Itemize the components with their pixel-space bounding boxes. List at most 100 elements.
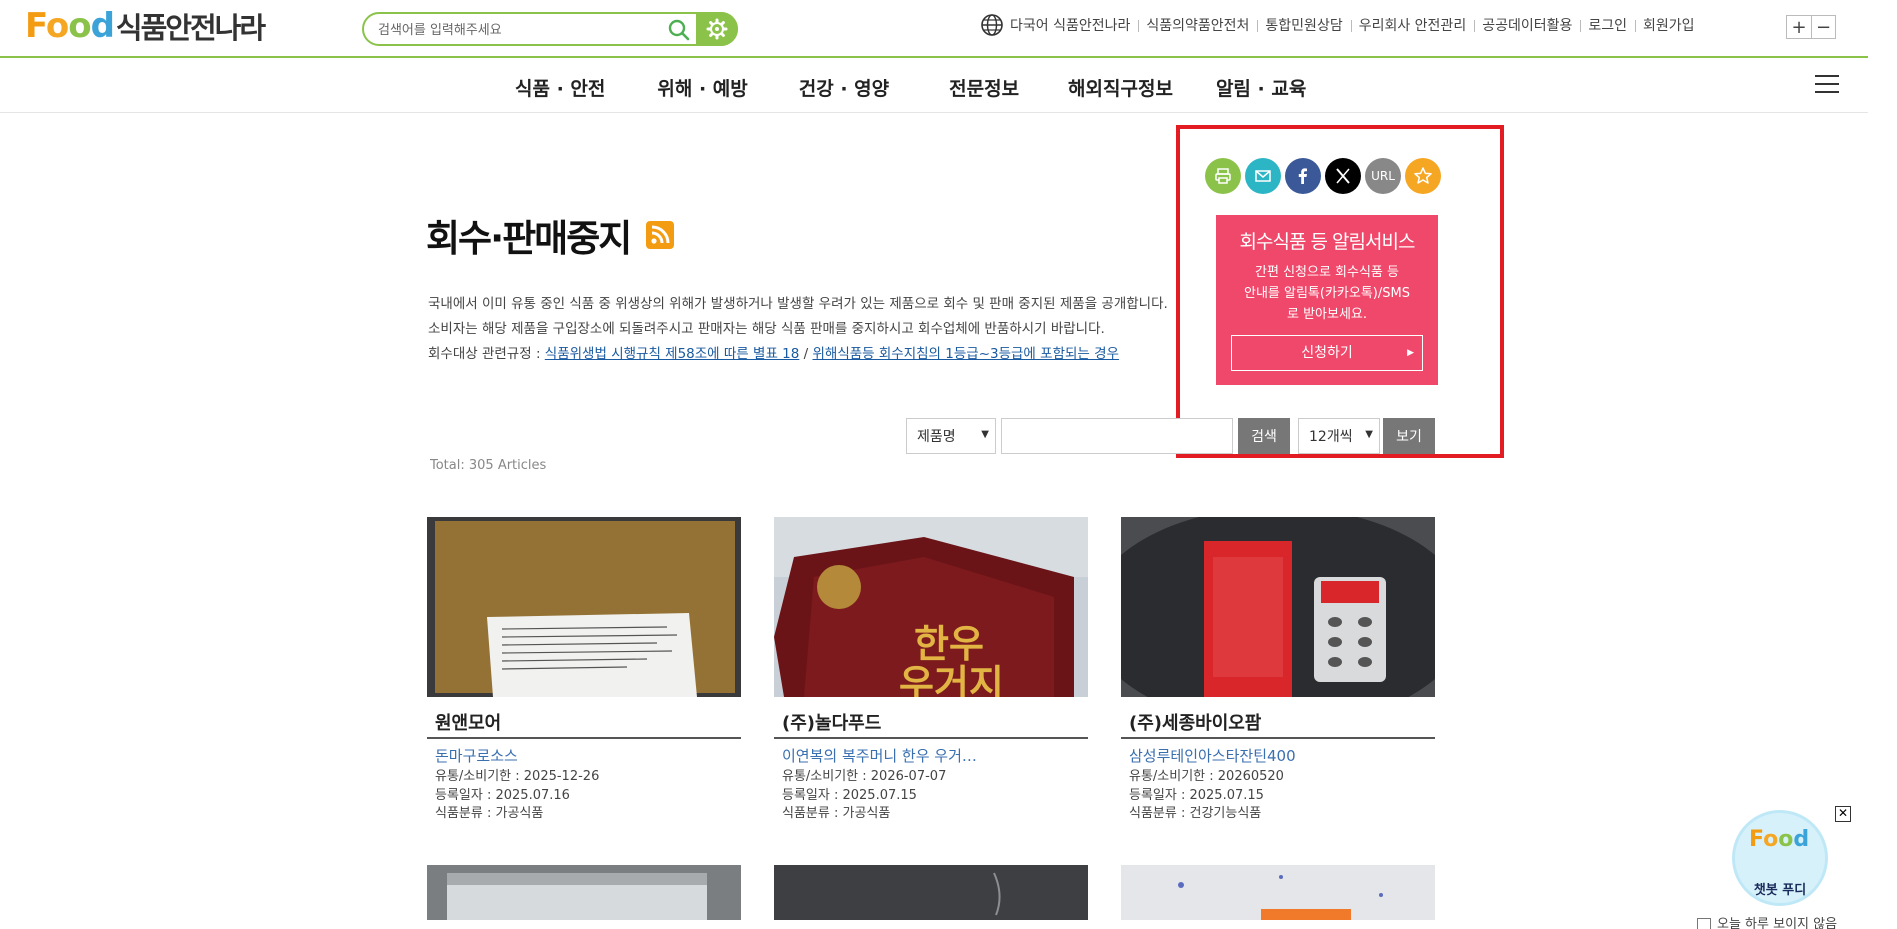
main-nav: 식품 · 안전 위해 · 예방 건강 · 영양 전문정보 해외직구정보 알림 ·… [0,58,1868,113]
desc-line-2: 소비자는 해당 제품을 구입장소에 되돌려주시고 판매자는 해당 식품 판매를 … [428,321,1105,337]
site-header: Food 식품안전나라 다국어 식품안전나라 식품의약품안전처 통합민원상담 우… [0,0,1868,58]
card-meta: 유통/소비기한 : 2026-07-07 등록일자 : 2025.07.15 식… [774,768,1088,824]
util-link-signup[interactable]: 회원가입 [1635,15,1703,35]
regulation-link-1[interactable]: 식품위생법 시행규칙 제58조에 따른 별표 18 [545,346,800,362]
nav-item-notice-education[interactable]: 알림 · 교육 [1216,74,1306,101]
nav-item-food-safety[interactable]: 식품 · 안전 [515,74,605,101]
search-field-select[interactable]: 제품명 ▼ [906,418,996,454]
chatbot-launcher[interactable]: Food 챗봇 푸디 [1732,810,1828,906]
star-bookmark-icon[interactable] [1405,158,1441,194]
zoom-controls: + − [1786,15,1836,39]
card-category: 식품분류 : 건강기능식품 [1129,806,1262,821]
card-product-name[interactable]: 이연복의 복주머니 한우 우거… [774,745,1088,766]
chatbot-label: 챗봇 푸디 [1753,883,1807,898]
product-card[interactable]: (주)세종바이오팜 삼성루테인아스타잔틴400 유통/소비기한 : 202605… [1121,517,1435,824]
search-button[interactable]: 검색 [1238,418,1290,454]
food-logo-mark: Food [25,6,115,46]
recall-alert-service: 회수식품 등 알림서비스 간편 신청으로 회수식품 등 안내를 알림톡(카카오톡… [1216,215,1438,385]
chevron-down-icon: ▼ [1365,429,1373,440]
zoom-in-button[interactable]: + [1787,16,1811,38]
logo-text: 식품안전나라 [115,11,266,45]
search-icon[interactable] [666,17,692,43]
search-settings-button[interactable] [696,12,738,46]
alert-desc-line-1: 간편 신청으로 회수식품 등 [1255,265,1399,280]
card-company: (주)놀다푸드 [774,709,1088,739]
x-twitter-icon[interactable] [1325,158,1361,194]
card-product-name[interactable]: 삼성루테인아스타잔틴400 [1121,745,1435,766]
chevron-down-icon: ▼ [981,429,989,440]
facebook-icon[interactable] [1285,158,1321,194]
chatbot-hide-today-label: 오늘 하루 보이지 않음 [1717,917,1838,929]
alert-desc-line-3: 로 받아보세요. [1286,307,1368,322]
search-input[interactable] [378,20,658,40]
search-field-select-value: 제품명 [917,429,956,445]
chatbot-logo-icon: Food [1749,827,1810,852]
global-search [362,12,738,46]
util-link-company-safety[interactable]: 우리회사 안전관리 [1350,15,1475,35]
desc-line-1: 국내에서 이미 유통 중인 식품 중 위생상의 위해가 발생하거나 발생할 우려… [428,296,1168,312]
product-image[interactable] [427,517,741,697]
page-size-select[interactable]: 12개씩 ▼ [1298,418,1380,454]
card-meta: 유통/소비기한 : 20260520 등록일자 : 2025.07.15 식품분… [1121,768,1435,824]
page-title: 회수·판매중지 [426,217,632,260]
util-link-mfds[interactable]: 식품의약품안전처 [1138,15,1257,35]
product-image[interactable] [427,865,741,920]
card-category: 식품분류 : 가공식품 [782,806,891,821]
svg-text:우거지: 우거지 [899,662,1004,697]
checkbox-icon[interactable] [1697,917,1711,929]
card-company: (주)세종바이오팜 [1121,709,1435,739]
desc-line-3: 회수대상 관련규정 : 식품위생법 시행규칙 제58조에 따른 별표 18 / … [428,342,1168,367]
desc-sep: / [799,346,813,362]
nav-item-expert-info[interactable]: 전문정보 [949,74,1019,101]
regulation-link-2[interactable]: 위해식품등 회수지침의 1등급~3등급에 포함되는 경우 [812,346,1118,362]
product-card[interactable]: 한우 우거지 (주)놀다푸드 이연복의 복주머니 한우 우거… 유통/소비기한 … [774,517,1088,824]
view-button[interactable]: 보기 [1383,418,1435,454]
chatbot-hide-today[interactable]: 오늘 하루 보이지 않음 [1697,913,1837,929]
nav-item-overseas-purchase[interactable]: 해외직구정보 [1068,74,1173,101]
card-registered: 등록일자 : 2025.07.15 [782,787,917,803]
product-image[interactable] [774,865,1088,920]
card-registered: 등록일자 : 2025.07.15 [1129,787,1264,803]
svg-text:한우: 한우 [914,622,984,666]
card-category: 식품분류 : 가공식품 [435,806,544,821]
card-expiry: 유통/소비기한 : 2026-07-07 [782,769,947,784]
page-size-value: 12개씩 [1309,429,1353,445]
share-toolbar: URL [1205,158,1441,194]
card-company: 원앤모어 [427,709,741,739]
page-description: 국내에서 이미 유통 중인 식품 중 위생상의 위해가 발생하거나 발생할 우려… [428,292,1168,367]
product-image[interactable] [1121,517,1435,697]
globe-icon [981,14,1003,36]
product-card[interactable]: 원앤모어 돈마구로소스 유통/소비기한 : 2025-12-26 등록일자 : … [427,517,741,824]
rss-icon[interactable] [646,221,674,249]
alert-service-title: 회수식품 등 알림서비스 [1239,231,1416,253]
utility-nav: 다국어 식품안전나라 식품의약품안전처 통합민원상담 우리회사 안전관리 공공데… [980,14,1703,36]
keyword-input[interactable] [1001,418,1233,454]
card-expiry: 유통/소비기한 : 2025-12-26 [435,769,600,784]
apply-button[interactable]: 신청하기 ▶ [1231,335,1423,371]
total-count: Total: 305 Articles [430,458,547,473]
desc-regulation-prefix: 회수대상 관련규정 : [428,346,541,362]
alert-service-desc: 간편 신청으로 회수식품 등 안내를 알림톡(카카오톡)/SMS 로 받아보세요… [1216,262,1438,325]
util-link-login[interactable]: 로그인 [1580,15,1635,35]
util-link-public-data[interactable]: 공공데이터활용 [1474,15,1580,35]
zoom-out-button[interactable]: − [1811,16,1835,38]
email-icon[interactable] [1245,158,1281,194]
product-image[interactable]: 한우 우거지 [774,517,1088,697]
url-copy-button[interactable]: URL [1365,158,1401,194]
card-meta: 유통/소비기한 : 2025-12-26 등록일자 : 2025.07.16 식… [427,768,741,824]
card-expiry: 유통/소비기한 : 20260520 [1129,769,1284,784]
hamburger-menu-icon[interactable] [1815,75,1839,95]
arrow-right-icon: ▶ [1407,348,1414,358]
gear-icon [706,18,728,40]
nav-item-hazard-prevention[interactable]: 위해 · 예방 [657,74,747,101]
nav-item-health-nutrition[interactable]: 건강 · 영양 [799,74,889,101]
card-product-name[interactable]: 돈마구로소스 [427,745,741,766]
chatbot-close-button[interactable]: ✕ [1835,806,1851,822]
card-registered: 등록일자 : 2025.07.16 [435,787,570,803]
util-link-civil-service[interactable]: 통합민원상담 [1257,15,1350,35]
site-logo[interactable]: Food 식품안전나라 [25,6,266,46]
alert-desc-line-2: 안내를 알림톡(카카오톡)/SMS [1244,286,1410,301]
util-link-multilingual[interactable]: 다국어 식품안전나라 [1010,15,1138,35]
print-icon[interactable] [1205,158,1241,194]
product-image[interactable] [1121,865,1435,920]
